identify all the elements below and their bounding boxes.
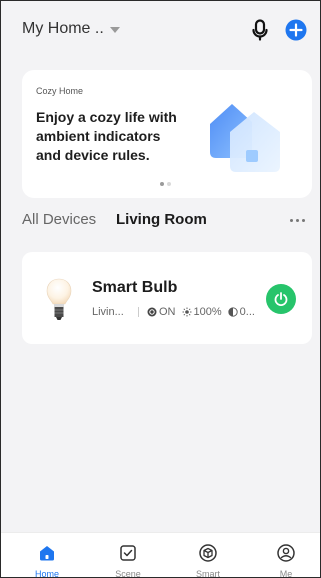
- home-icon: [40, 546, 54, 561]
- more-dots-icon: [290, 219, 293, 222]
- light-bulb-icon: [46, 278, 72, 320]
- carousel-dot[interactable]: [160, 182, 164, 186]
- power-state-icon: [147, 307, 157, 317]
- brightness-icon: [182, 307, 191, 317]
- nav-scene[interactable]: Scene: [98, 533, 158, 578]
- carousel-dots: [160, 182, 171, 186]
- nav-smart[interactable]: Smart: [178, 533, 238, 578]
- profile-icon: [277, 544, 295, 562]
- extra-value: 0...: [239, 306, 255, 318]
- microphone-icon: [252, 19, 268, 41]
- houses-illustration-icon: [210, 104, 280, 172]
- tab-all-devices[interactable]: All Devices: [22, 211, 96, 228]
- device-name: Smart Bulb: [92, 279, 178, 296]
- scene-icon: [120, 545, 136, 561]
- top-header: My Home ..: [0, 0, 321, 64]
- device-card-smart-bulb[interactable]: Smart Bulb Livin... ON 100% 0...: [22, 252, 312, 344]
- nav-label: Me: [279, 569, 293, 578]
- banner-eyebrow: Cozy Home: [36, 86, 84, 96]
- more-options-button[interactable]: [288, 217, 307, 224]
- room-tabs: All Devices Living Room: [22, 211, 312, 235]
- banner-headline: Enjoy a cozy life with ambient indicator…: [36, 109, 177, 163]
- caret-down-icon: [109, 27, 120, 33]
- nav-label: Scene: [115, 569, 141, 578]
- microphone-button[interactable]: [248, 18, 272, 42]
- nav-label: Smart: [195, 569, 220, 578]
- tab-living-room[interactable]: Living Room: [116, 211, 207, 228]
- plus-circle-icon: [285, 19, 307, 41]
- power-icon: [274, 292, 288, 306]
- add-button[interactable]: [284, 18, 308, 42]
- status-divider: [138, 307, 139, 317]
- brightness-value: 100%: [193, 306, 222, 318]
- power-state-value: ON: [159, 306, 176, 318]
- nav-me[interactable]: Me: [256, 533, 316, 578]
- nav-label: Home: [34, 569, 59, 578]
- device-room: Livin...: [92, 306, 124, 318]
- nav-home[interactable]: Home: [17, 533, 77, 578]
- color-temperature-icon: [227, 307, 238, 317]
- promo-banner[interactable]: Cozy Home Enjoy a cozy life with ambient…: [22, 70, 312, 198]
- home-title: My Home ..: [22, 20, 104, 37]
- smart-cube-icon: [199, 544, 217, 562]
- device-status: Livin... ON 100% 0...: [92, 306, 261, 318]
- carousel-dot[interactable]: [167, 182, 171, 186]
- home-selector[interactable]: My Home ..: [22, 20, 120, 38]
- power-toggle-button[interactable]: [266, 284, 296, 314]
- bottom-navigation: Home Scene Smart Me: [0, 532, 321, 578]
